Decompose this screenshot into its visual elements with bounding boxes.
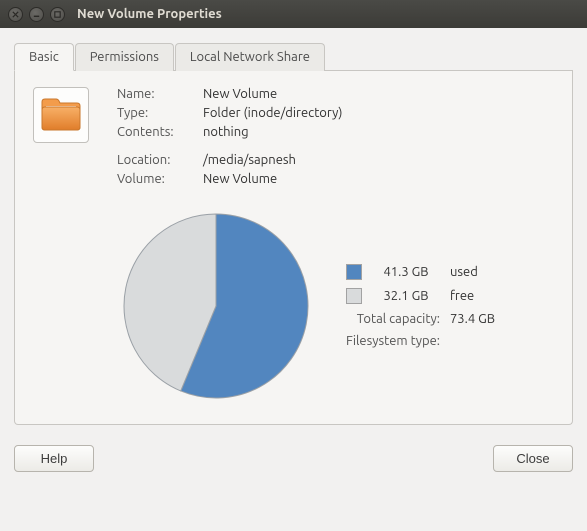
label-name: Name: [117,87,197,101]
basic-info: Name: New Volume Type: Folder (inode/dir… [117,87,342,139]
value-volume: New Volume [197,172,342,186]
disk-usage-area: 41.3 GB used 32.1 GB free Total capacity… [33,206,554,406]
window-title: New Volume Properties [77,7,222,21]
close-window-button[interactable] [8,7,23,22]
close-button[interactable]: Close [493,445,573,472]
help-button[interactable]: Help [14,445,94,472]
disk-usage-pie [116,206,316,406]
minimize-window-button[interactable] [29,7,44,22]
tab-basic[interactable]: Basic [14,43,74,71]
value-used: 41.3 GB [383,265,440,279]
label-contents: Contents: [117,125,197,139]
label-volume: Volume: [117,172,197,186]
titlebar: New Volume Properties [0,0,587,28]
folder-icon-button[interactable] [33,87,89,143]
swatch-used [346,264,362,280]
label-free: free [450,289,495,303]
disk-usage-legend: 41.3 GB used 32.1 GB free Total capacity… [346,264,495,348]
value-name: New Volume [197,87,342,101]
label-total-capacity: Total capacity: [346,312,440,326]
value-type: Folder (inode/directory) [197,106,342,120]
value-total-capacity: 73.4 GB [450,312,495,326]
folder-icon [40,96,82,134]
dialog-footer: Help Close [0,435,587,484]
tab-content-basic: Name: New Volume Type: Folder (inode/dir… [14,71,573,425]
label-filesystem-type: Filesystem type: [346,334,440,348]
label-location: Location: [117,153,197,167]
value-location: /media/sapnesh [197,153,342,167]
label-type: Type: [117,106,197,120]
window-body: Basic Permissions Local Network Share [0,28,587,435]
maximize-window-button[interactable] [50,7,65,22]
tab-permissions[interactable]: Permissions [75,43,174,71]
tab-local-network-share[interactable]: Local Network Share [175,43,325,71]
swatch-free [346,288,362,304]
tabs: Basic Permissions Local Network Share [14,42,573,71]
location-info: Location: /media/sapnesh Volume: New Vol… [117,153,342,186]
value-free: 32.1 GB [383,289,440,303]
value-contents: nothing [197,125,342,139]
label-used: used [450,265,495,279]
